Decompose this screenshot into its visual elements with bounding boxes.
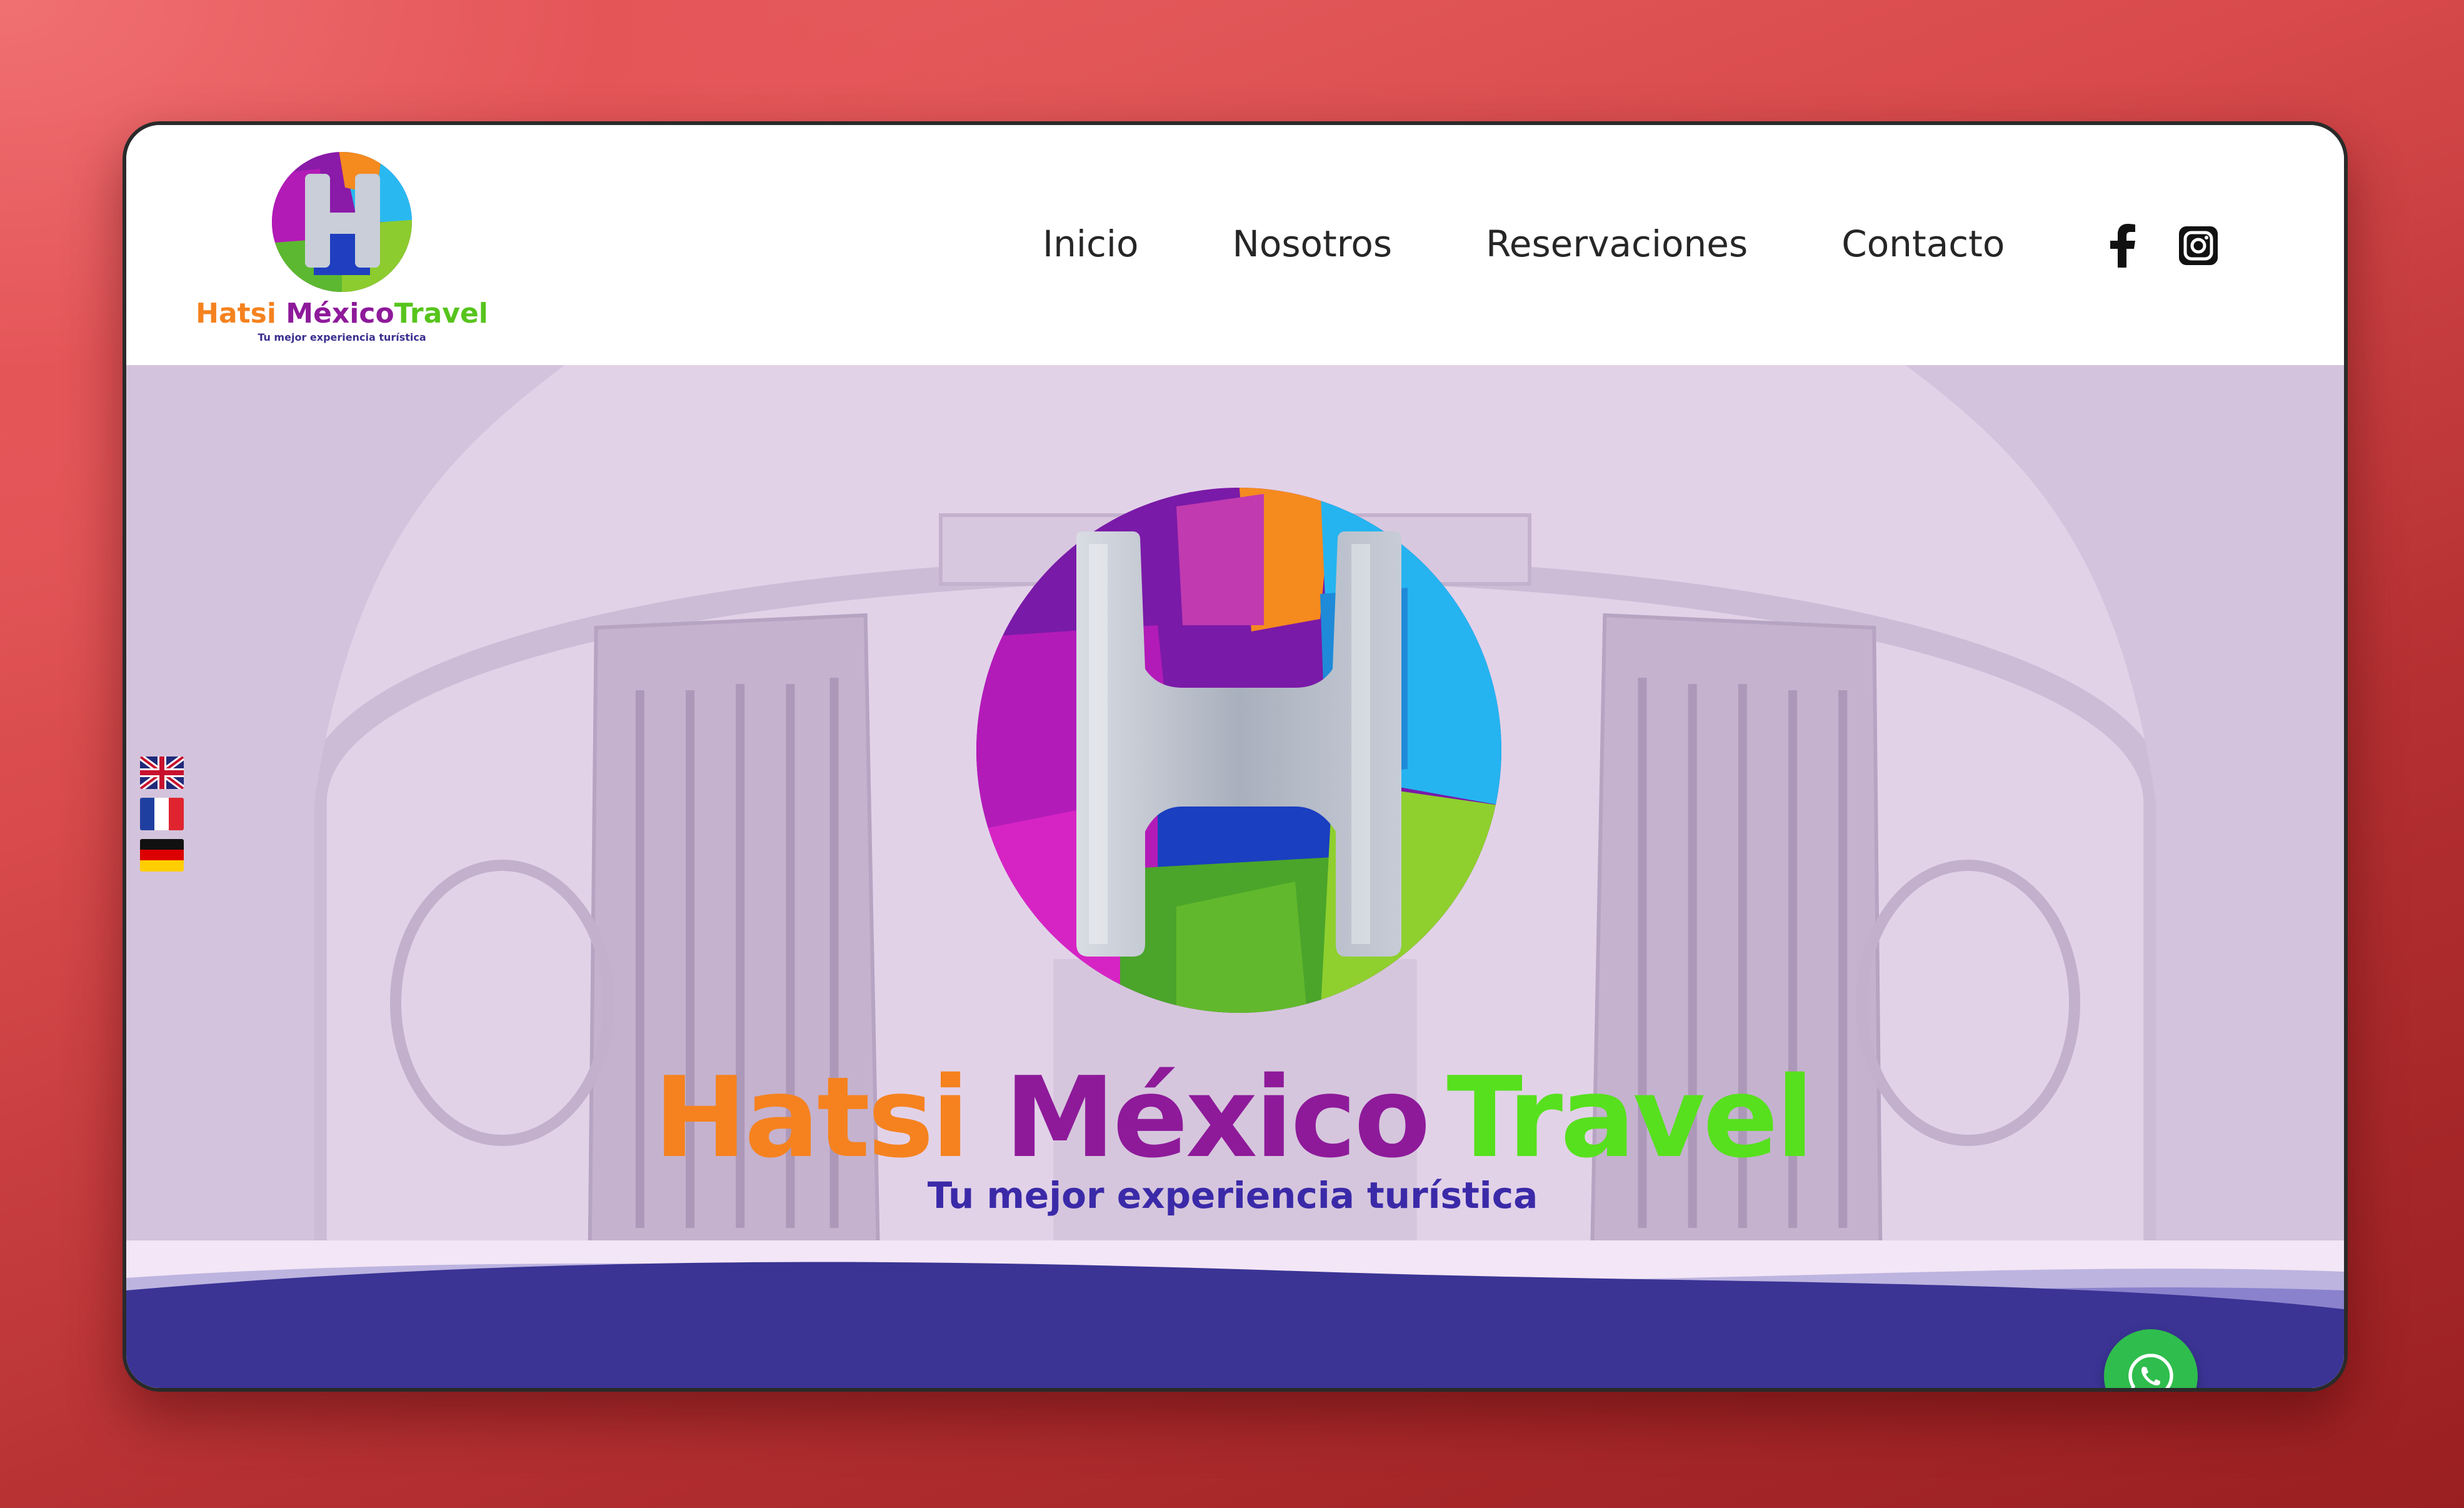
hero-tagline: Tu mejor experiencia turística — [927, 1174, 1538, 1217]
browser-window: Hatsi MéxicoTravel Tu mejor experiencia … — [123, 121, 2348, 1392]
facebook-icon[interactable] — [2106, 224, 2138, 268]
site-header: Hatsi MéxicoTravel Tu mejor experiencia … — [126, 125, 2344, 365]
nav-item-nosotros[interactable]: Nosotros — [1232, 223, 1392, 265]
brand-word-travel: Travel — [1446, 1053, 1815, 1182]
logo-word-hatsi: Hatsi — [196, 298, 276, 329]
brand-word-mexico: México — [1004, 1053, 1430, 1182]
brand-word-hatsi: Hatsi — [653, 1053, 969, 1182]
nav-item-contacto[interactable]: Contacto — [1841, 223, 2005, 265]
nav-item-inicio[interactable]: Inicio — [1043, 223, 1138, 265]
language-selector — [140, 757, 186, 880]
logo-tagline: Tu mejor experiencia turística — [258, 331, 426, 343]
site-logo[interactable]: Hatsi MéxicoTravel Tu mejor experiencia … — [195, 150, 489, 350]
logo-mark — [272, 152, 412, 292]
instagram-icon[interactable] — [2179, 226, 2218, 265]
hero-logo-mark — [976, 488, 1501, 1013]
nav-item-reservaciones[interactable]: Reservaciones — [1486, 223, 1748, 265]
hero-wave-divider — [126, 1240, 2344, 1388]
logo-word-mexico: México — [286, 298, 394, 329]
logo-wordmark: Hatsi MéxicoTravel — [195, 298, 489, 329]
german-flag-icon[interactable] — [140, 839, 184, 872]
french-flag-icon[interactable] — [140, 798, 184, 830]
hero-section: Hatsi México Travel Tu mejor experiencia t… — [126, 365, 2344, 1388]
english-flag-icon[interactable] — [140, 757, 184, 789]
logo-word-travel: Travel — [394, 298, 488, 329]
hero-brand-title: Hatsi México Travel — [126, 1053, 2339, 1182]
main-nav: Inicio Nosotros Reservaciones Contacto — [1043, 219, 2098, 269]
whatsapp-icon — [2128, 1354, 2173, 1388]
